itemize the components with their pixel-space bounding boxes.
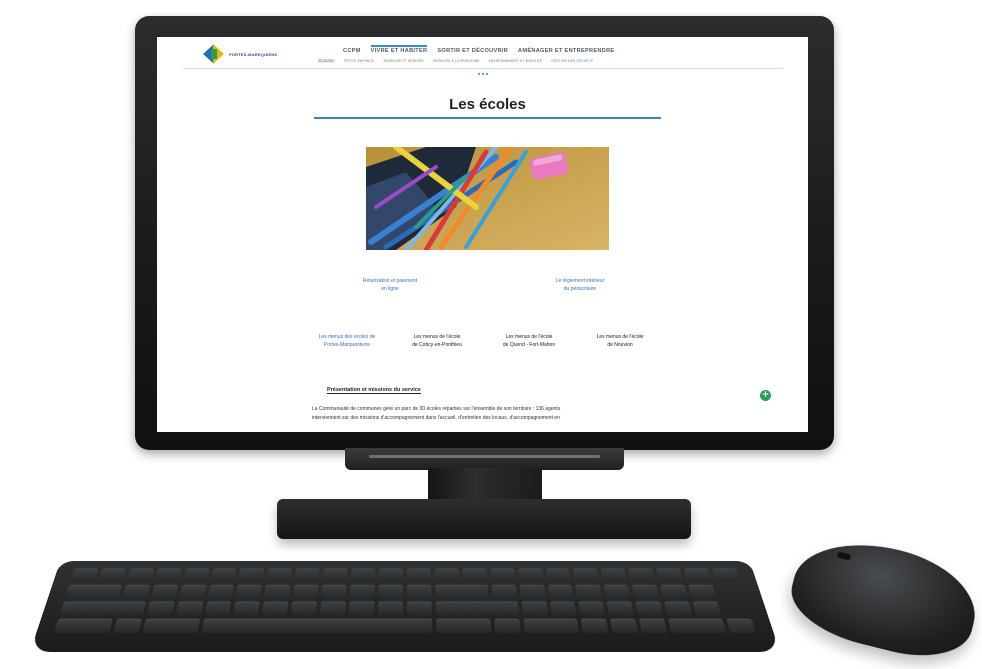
menus-quend-link[interactable]: Les menus de l'école de Quend - Fort-Mah… (484, 333, 574, 349)
monitor-stand-base (277, 499, 691, 539)
section-heading-text: Présentation et missions du service (327, 387, 421, 394)
subnav-item-environnement[interactable]: ENVIRONNEMENT ET MOBILITÉ (489, 59, 543, 63)
link-line: Le règlement intérieur (555, 278, 605, 284)
link-line: de Quend - Fort-Mahon (502, 342, 556, 348)
link-line: en ligne (381, 286, 399, 292)
monitor-stand-neck (428, 468, 542, 502)
title-underline (314, 117, 661, 119)
section-heading: Présentation et missions du service (327, 387, 421, 394)
reservation-paiement-link[interactable]: Réservation et paiement en ligne (335, 277, 445, 293)
menus-portes-marquenterre-link[interactable]: Les menus des écoles de Portes-Marquente… (302, 333, 392, 349)
keyboard-keys (51, 568, 759, 644)
link-line: de Nouvion (607, 342, 633, 348)
main-nav: CCPM VIVRE ET HABITER SORTIR ET DÉCOUVRI… (343, 45, 614, 54)
reglement-interieur-link[interactable]: Le règlement intérieur du périscolaire (525, 277, 635, 293)
nav-item-sortir-decouvrir[interactable]: SORTIR ET DÉCOUVRIR (437, 45, 508, 54)
site-logo[interactable]: PORTES-MAREQUIENS (203, 44, 277, 64)
nav-item-ccpm[interactable]: CCPM (343, 45, 361, 54)
subnav-item-dechets[interactable]: GESTION DES DÉCHETS (551, 59, 593, 63)
computer-mouse (782, 527, 982, 669)
link-line: Les menus de l'école (413, 334, 461, 340)
paragraph-line: interviennent sur des missions d'accompa… (312, 415, 560, 421)
link-line: du périscolaire (563, 286, 597, 292)
link-line: Les menus des écoles de (318, 334, 376, 340)
subnav-item-ecoles[interactable]: ÉCOLES (317, 59, 336, 63)
hero-image (366, 147, 609, 250)
subnav-item-services-personne[interactable]: SERVICES À LA PERSONNE (433, 59, 480, 63)
logo-text: PORTES-MAREQUIENS (229, 51, 278, 57)
monitor-vent-grill (369, 455, 600, 458)
subnav-item-jeunesse-seniors[interactable]: JEUNESSE ET SENIORS (383, 59, 424, 63)
section-paragraph: La Communauté de communes gère un parc d… (312, 405, 807, 423)
sub-nav: ÉCOLES PETITE ENFANCE JEUNESSE ET SENIOR… (317, 59, 593, 63)
nav-item-amenager-entreprendre[interactable]: AMÉNAGER ET ENTREPRENDRE (518, 45, 614, 54)
link-line: Les menus de l'école (505, 334, 553, 340)
link-line: de Cobcy-en-Ponthieu (412, 342, 462, 348)
keyboard (30, 561, 780, 652)
subnav-item-petite-enfance[interactable]: PETITE ENFANCE (344, 59, 374, 63)
menus-cobcy-link[interactable]: Les menus de l'école de Cobcy-en-Ponthie… (392, 333, 482, 349)
logo-mark-icon (203, 44, 225, 64)
page-title: Les écoles (449, 96, 526, 113)
menus-nouvion-link[interactable]: Les menus de l'école de Nouvion (575, 333, 665, 349)
nav-item-vivre-habiter[interactable]: VIVRE ET HABITER (370, 45, 428, 54)
paragraph-line: La Communauté de communes gère un parc d… (312, 406, 561, 412)
plus-circle-icon[interactable]: + (760, 390, 771, 401)
header-divider (183, 68, 783, 69)
link-line: Réservation et paiement (362, 278, 418, 284)
link-line: Portes-Marquenterre (323, 342, 371, 348)
link-line: Les menus de l'école (596, 334, 644, 340)
monitor-stand-neck-top (345, 448, 624, 470)
dots-indicator-icon (478, 73, 488, 75)
mouse-wheel (836, 551, 852, 561)
monitor-screen: PORTES-MAREQUIENS CCPM VIVRE ET HABITER … (157, 37, 808, 432)
